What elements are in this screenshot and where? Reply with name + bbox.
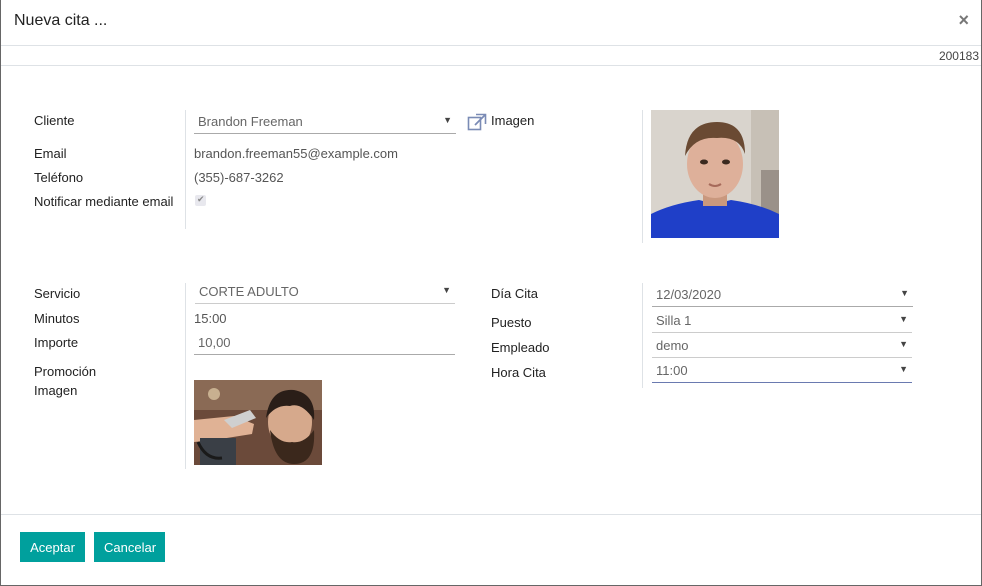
- client-photo: [651, 110, 779, 238]
- caret-down-icon: ▼: [899, 314, 908, 324]
- promocion-label: Promoción Imagen: [34, 364, 97, 398]
- promotion-photo: [194, 380, 322, 465]
- dia-cita-input[interactable]: 12/03/2020 ▼: [652, 283, 913, 307]
- empleado-value: demo: [656, 338, 689, 353]
- notificar-checkbox[interactable]: ✔: [195, 194, 206, 206]
- empleado-label: Empleado: [491, 340, 550, 355]
- divider: [1, 65, 981, 66]
- email-label: Email: [34, 146, 67, 161]
- cliente-label: Cliente: [34, 113, 75, 128]
- footer-divider: [1, 514, 981, 515]
- appointment-dialog: Nueva cita ... × 200183 Cliente Brandon …: [0, 0, 982, 586]
- minutos-label: Minutos: [34, 311, 80, 326]
- servicio-value: CORTE ADULTO: [199, 284, 299, 299]
- telefono-value: (355)-687-3262: [194, 170, 284, 185]
- importe-input[interactable]: 10,00: [194, 331, 455, 355]
- puesto-label: Puesto: [491, 315, 532, 330]
- puesto-select[interactable]: Silla 1 ▼: [652, 309, 912, 333]
- hora-cita-value: 11:00: [656, 363, 688, 378]
- hora-cita-select[interactable]: 11:00 ▼: [652, 359, 912, 383]
- puesto-value: Silla 1: [656, 313, 692, 328]
- check-icon: ✔: [197, 194, 205, 204]
- notificar-label: Notificar mediante email: [34, 194, 174, 209]
- minutos-value: 15:00: [194, 311, 227, 326]
- divider: [185, 110, 186, 229]
- cliente-select[interactable]: Brandon Freeman ▼: [194, 110, 456, 134]
- caret-down-icon: ▼: [899, 339, 908, 349]
- dia-cita-label: Día Cita: [491, 286, 538, 301]
- record-id: 200183: [938, 49, 979, 63]
- close-icon[interactable]: ×: [958, 10, 969, 31]
- empleado-select[interactable]: demo ▼: [652, 334, 912, 358]
- caret-down-icon: ▼: [899, 364, 908, 374]
- servicio-label: Servicio: [34, 286, 81, 301]
- dia-cita-value: 12/03/2020: [656, 287, 722, 302]
- cliente-value: Brandon Freeman: [198, 114, 303, 129]
- telefono-label: Teléfono: [34, 170, 84, 185]
- importe-label: Importe: [34, 335, 79, 350]
- accept-button[interactable]: Aceptar: [20, 532, 85, 562]
- caret-down-icon: ▼: [900, 288, 909, 298]
- servicio-select[interactable]: CORTE ADULTO ▼: [195, 280, 455, 304]
- dialog-title: Nueva cita ...: [14, 12, 108, 29]
- hora-cita-label: Hora Cita: [491, 365, 546, 380]
- dialog-header: Nueva cita ... ×: [1, 0, 981, 46]
- external-link-icon[interactable]: [467, 113, 487, 131]
- caret-down-icon: ▼: [443, 115, 452, 125]
- caret-down-icon: ▼: [442, 285, 451, 295]
- divider: [185, 283, 186, 469]
- imagen-label: Imagen: [491, 113, 535, 128]
- importe-value: 10,00: [198, 335, 231, 350]
- cancel-button[interactable]: Cancelar: [94, 532, 165, 562]
- email-value: brandon.freeman55@example.com: [194, 146, 398, 161]
- divider: [642, 110, 643, 243]
- divider: [642, 283, 643, 388]
